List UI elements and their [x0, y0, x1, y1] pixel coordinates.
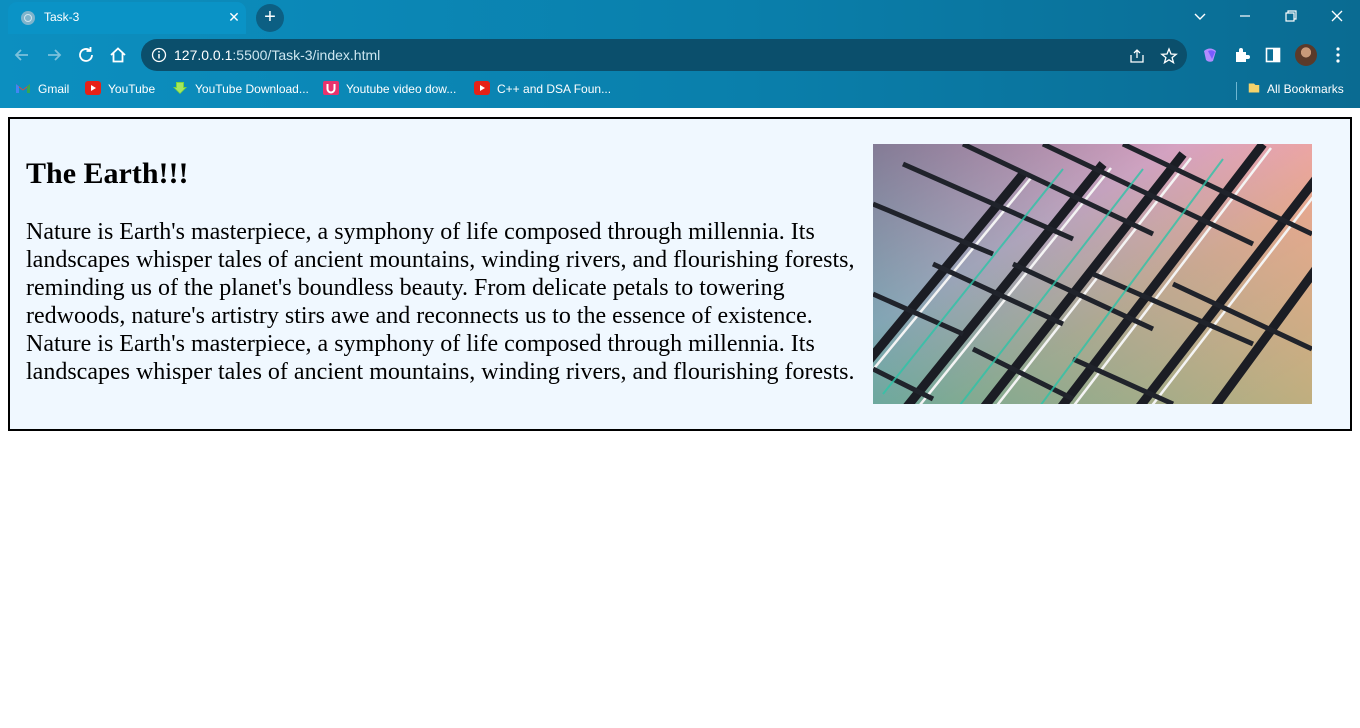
profile-avatar[interactable]: [1295, 44, 1317, 66]
glass-facade-picture: [873, 144, 1312, 404]
bookmark-youtube-video-downloader[interactable]: Youtube video dow...: [323, 80, 456, 99]
bookmark-cpp-dsa[interactable]: C++ and DSA Foun...: [474, 80, 611, 99]
home-icon[interactable]: [107, 44, 129, 66]
bookmarks-separator: [1236, 82, 1237, 100]
close-window-icon[interactable]: [1326, 6, 1348, 26]
bookmark-star-icon[interactable]: [1160, 47, 1178, 65]
folder-icon: [1248, 83, 1260, 93]
all-bookmarks-button[interactable]: All Bookmarks: [1248, 81, 1344, 99]
bookmark-youtube[interactable]: YouTube: [85, 80, 155, 99]
extension-shape-icon[interactable]: [1200, 45, 1220, 65]
menu-kebab-icon[interactable]: [1328, 45, 1348, 65]
gmail-icon: [16, 83, 30, 93]
bookmark-gmail[interactable]: Gmail: [15, 81, 69, 99]
side-panel-icon[interactable]: [1263, 45, 1283, 65]
download-icon: [173, 81, 187, 94]
content-card: The Earth!!! Nature is Earth's masterpie…: [8, 117, 1352, 431]
minimize-icon[interactable]: [1234, 6, 1256, 26]
restore-icon[interactable]: [1280, 6, 1302, 26]
url-text[interactable]: 127.0.0.1:5500/Task-3/index.html: [174, 47, 380, 63]
tab-close-icon[interactable]: ✕: [226, 9, 242, 25]
glass-building-image: [873, 144, 1312, 404]
address-bar[interactable]: 127.0.0.1:5500/Task-3/index.html: [141, 39, 1187, 71]
page-heading: The Earth!!!: [26, 157, 189, 190]
u-logo-icon: [323, 80, 339, 95]
toolbar: 127.0.0.1:5500/Task-3/index.html: [0, 34, 1360, 76]
back-icon[interactable]: [11, 44, 33, 66]
globe-icon: [21, 11, 35, 25]
youtube-icon: [474, 80, 490, 95]
reload-icon[interactable]: [75, 44, 97, 66]
extensions-puzzle-icon[interactable]: [1232, 45, 1252, 65]
new-tab-button[interactable]: +: [256, 4, 284, 32]
tab-search-icon[interactable]: [1189, 6, 1211, 26]
forward-icon[interactable]: [43, 44, 65, 66]
bookmarks-bar: Gmail YouTube YouTube Download... Youtub…: [0, 76, 1360, 104]
tab-title: Task-3: [44, 10, 80, 24]
share-icon[interactable]: [1128, 47, 1146, 65]
info-icon[interactable]: [151, 47, 167, 63]
browser-chrome: Task-3 ✕ + 127.0.0.1:5500/Task-3/index.h…: [0, 0, 1360, 108]
youtube-icon: [85, 80, 101, 95]
tab-strip: Task-3 ✕ +: [0, 0, 1360, 34]
url-host: 127.0.0.1: [174, 47, 233, 63]
tab-task-3[interactable]: Task-3 ✕: [8, 2, 246, 34]
page-paragraph: Nature is Earth's masterpiece, a symphon…: [26, 219, 855, 385]
bookmark-youtube-download[interactable]: YouTube Download...: [172, 81, 309, 99]
url-path: :5500/Task-3/index.html: [232, 47, 381, 63]
